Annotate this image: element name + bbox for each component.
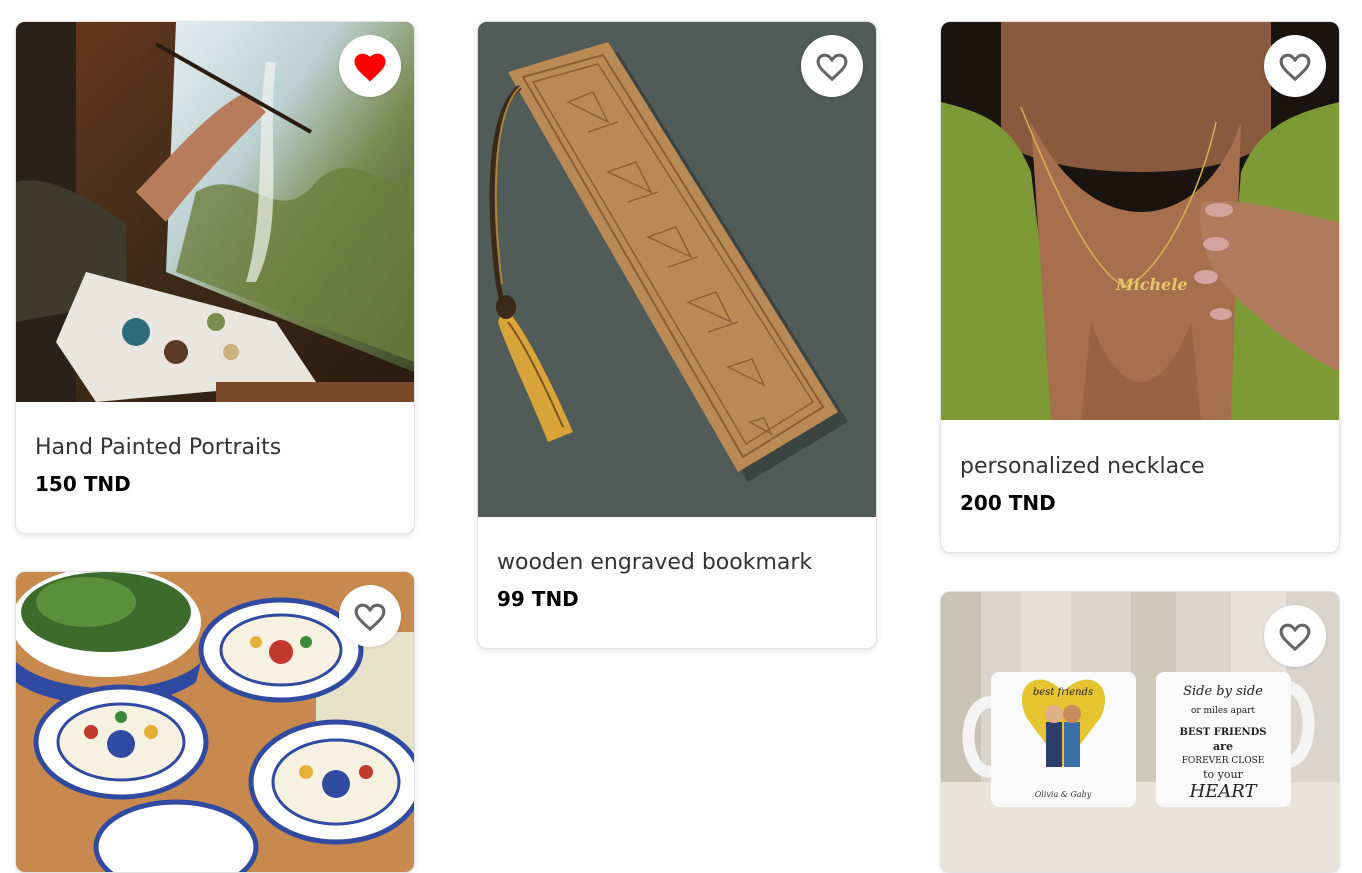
product-card[interactable]: wooden engraved bookmark 99 TND xyxy=(477,21,877,649)
mug-right-line7: HEART xyxy=(1188,781,1258,802)
product-price: 99 TND xyxy=(497,587,579,611)
heart-outline-icon xyxy=(354,603,386,632)
mug-right-line1: Side by side xyxy=(1183,684,1263,699)
mug-right-line5: FOREVER CLOSE xyxy=(1182,756,1265,766)
mug-right-line6: to your xyxy=(1203,768,1243,781)
product-image-mugs[interactable]: best friends Olivia & Gaby Side by side … xyxy=(941,592,1339,872)
product-name[interactable]: wooden engraved bookmark xyxy=(497,549,857,577)
mug-right-line4: are xyxy=(1213,740,1233,753)
heart-outline-icon xyxy=(1279,623,1311,652)
product-image-bookmark[interactable] xyxy=(478,22,876,517)
product-image-bowls[interactable] xyxy=(16,572,414,872)
heart-outline-icon xyxy=(1279,53,1311,82)
favorite-button[interactable] xyxy=(1264,605,1326,667)
product-name[interactable]: Hand Painted Portraits xyxy=(35,434,395,462)
product-card[interactable] xyxy=(15,571,415,873)
product-card[interactable]: best friends Olivia & Gaby Side by side … xyxy=(940,591,1340,873)
favorite-button[interactable] xyxy=(339,35,401,97)
product-image-necklace[interactable]: Michele xyxy=(941,22,1339,420)
product-card[interactable]: Michele personalized necklace 200 TND xyxy=(940,21,1340,553)
heart-outline-icon xyxy=(816,53,848,82)
mug-right-line3: BEST FRIENDS xyxy=(1180,727,1267,738)
mug-right-line2: or miles apart xyxy=(1191,706,1255,716)
necklace-name-text: Michele xyxy=(1115,275,1188,294)
product-image-painter[interactable] xyxy=(16,22,414,402)
product-name[interactable]: personalized necklace xyxy=(960,453,1320,481)
favorite-button[interactable] xyxy=(339,585,401,647)
product-price: 200 TND xyxy=(960,491,1056,515)
product-card[interactable]: Hand Painted Portraits 150 TND xyxy=(15,21,415,534)
mug-left-title: best friends xyxy=(1033,687,1093,698)
product-price: 150 TND xyxy=(35,472,131,496)
favorite-button[interactable] xyxy=(801,35,863,97)
favorite-button[interactable] xyxy=(1264,35,1326,97)
heart-filled-icon xyxy=(354,53,386,82)
mug-left-names: Olivia & Gaby xyxy=(1035,790,1092,799)
